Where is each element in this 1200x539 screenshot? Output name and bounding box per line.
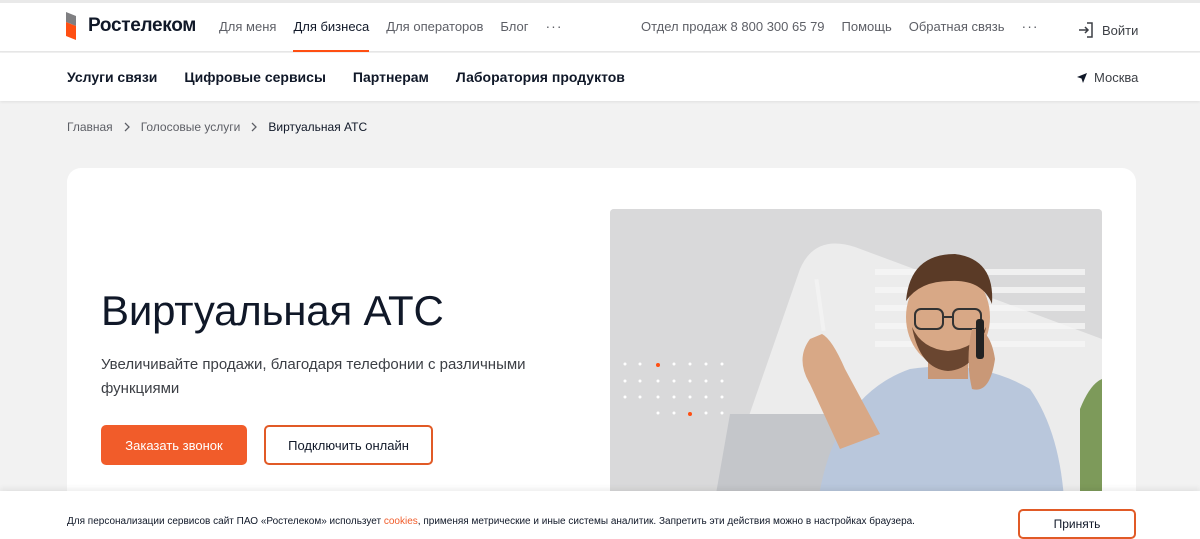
main-menu-bar: Услуги связи Цифровые сервисы Партнерам … xyxy=(0,53,1200,101)
login-icon xyxy=(1079,22,1093,38)
logo-text: Ростелеком xyxy=(88,15,197,36)
segment-nav: Для меня Для бизнеса Для операторов Блог… xyxy=(219,0,563,52)
utility-more-dots-icon[interactable]: ··· xyxy=(1022,18,1039,34)
order-call-button[interactable]: Заказать звонок xyxy=(101,425,247,465)
connect-online-button[interactable]: Подключить онлайн xyxy=(264,425,433,465)
more-dots-icon[interactable]: ··· xyxy=(546,18,563,34)
top-header: Ростелеком Для меня Для бизнеса Для опер… xyxy=(0,0,1200,52)
city-selector[interactable]: Москва xyxy=(1076,70,1138,85)
logo[interactable]: Ростелеком xyxy=(66,12,196,40)
feedback-link[interactable]: Обратная связь xyxy=(909,19,1005,34)
page-title: Виртуальная АТС xyxy=(101,287,444,334)
cookies-link[interactable]: cookies xyxy=(384,516,418,527)
city-label: Москва xyxy=(1094,70,1139,85)
menu-product-lab[interactable]: Лаборатория продуктов xyxy=(456,69,625,85)
accept-cookies-button[interactable]: Принять xyxy=(1018,509,1136,539)
menu-communication-services[interactable]: Услуги связи xyxy=(67,69,157,85)
nav-for-operators[interactable]: Для операторов xyxy=(386,0,483,52)
hero-illustration xyxy=(610,209,1102,528)
sales-phone-link[interactable]: Отдел продаж 8 800 300 65 79 xyxy=(641,19,825,34)
chevron-right-icon xyxy=(251,122,258,132)
main-menu: Услуги связи Цифровые сервисы Партнерам … xyxy=(67,53,652,101)
location-arrow-icon xyxy=(1077,72,1087,83)
login-button[interactable]: Войти xyxy=(1078,22,1138,38)
nav-for-me[interactable]: Для меня xyxy=(219,0,276,52)
hero-subtitle: Увеличивайте продажи, благодаря телефони… xyxy=(101,356,526,397)
breadcrumb: Главная Голосовые услуги Виртуальная АТС xyxy=(67,120,367,134)
cookie-text: Для персонализации сервисов сайт ПАО «Ро… xyxy=(67,516,915,527)
logo-mark-icon xyxy=(66,12,76,40)
utility-nav: Отдел продаж 8 800 300 65 79 Помощь Обра… xyxy=(641,0,1039,52)
cookie-text-before: Для персонализации сервисов сайт ПАО «Ро… xyxy=(67,516,384,527)
breadcrumb-home[interactable]: Главная xyxy=(67,120,113,134)
help-link[interactable]: Помощь xyxy=(842,19,892,34)
nav-blog[interactable]: Блог xyxy=(500,0,528,52)
breadcrumb-current: Виртуальная АТС xyxy=(268,120,368,134)
cookie-banner: Для персонализации сервисов сайт ПАО «Ро… xyxy=(0,491,1200,539)
menu-partners[interactable]: Партнерам xyxy=(353,69,429,85)
chevron-right-icon xyxy=(124,122,130,132)
cookie-text-after: , применяя метрические и иные системы ан… xyxy=(417,516,915,527)
hero-card: Виртуальная АТС Увеличивайте продажи, бл… xyxy=(67,168,1136,528)
breadcrumb-voice-services[interactable]: Голосовые услуги xyxy=(141,120,241,134)
login-label: Войти xyxy=(1102,22,1139,38)
menu-digital-services[interactable]: Цифровые сервисы xyxy=(184,69,326,85)
man-on-phone-photo xyxy=(610,209,1102,528)
nav-for-business[interactable]: Для бизнеса xyxy=(293,0,369,52)
